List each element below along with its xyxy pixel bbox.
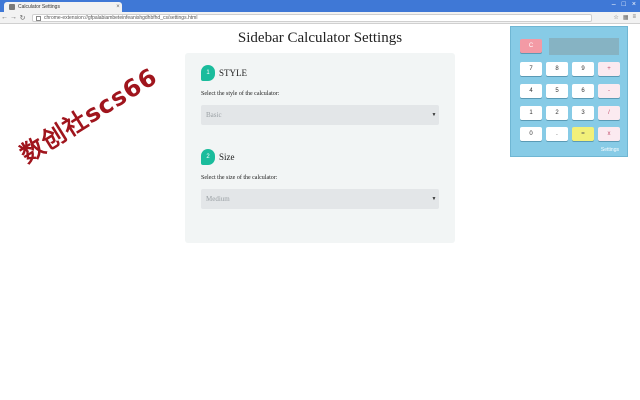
style-field-label: Select the style of the calculator: [201,91,280,97]
step-badge-style: 1 [201,65,215,81]
size-field-label: Select the size of the calculator: [201,175,278,181]
reload-button[interactable]: ↻ [18,14,27,22]
page-title: Sidebar Calculator Settings [237,30,403,46]
address-bar[interactable]: chrome-extension://gfpalabiambeteinfeani… [32,14,592,22]
calculator-settings-link[interactable]: Settings [601,147,619,153]
style-select-value: Basic [206,111,222,119]
key-7[interactable]: 7 [520,62,542,76]
size-select-value: Medium [206,195,230,203]
browser-tab-bar: Calculator Settings × – □ × [0,0,640,12]
size-select[interactable]: Medium ▼ [201,189,439,209]
key-1[interactable]: 1 [520,106,542,120]
step-badge-size: 2 [201,149,215,165]
url-text: chrome-extension://gfpalabiambeteinfeani… [44,15,198,21]
forward-button[interactable]: → [9,14,18,21]
key-multiply[interactable]: x [598,127,620,141]
browser-toolbar: ← → ↻ chrome-extension://gfpalabiambetei… [0,12,640,24]
section-label-style: STYLE [219,68,247,78]
toolbar-actions: ☆ ▦ ≡ [613,14,636,21]
close-window-icon[interactable]: × [632,1,636,8]
extension-calculator-icon[interactable]: ▦ [623,14,629,21]
key-minus[interactable]: - [598,84,620,98]
minimize-icon[interactable]: – [612,1,616,8]
key-equals[interactable]: = [572,127,594,141]
key-5[interactable]: 5 [546,84,568,98]
page-info-icon[interactable] [36,15,41,21]
window-controls: – □ × [612,1,636,8]
back-button[interactable]: ← [0,14,9,21]
bookmark-star-icon[interactable]: ☆ [613,14,618,21]
key-0[interactable]: 0 [520,127,542,141]
calculator-display [549,38,619,55]
key-2[interactable]: 2 [546,106,568,120]
sidebar-calculator: C 7 8 9 + 4 5 6 - 1 2 3 / 0 . = x Settin… [510,26,628,157]
settings-card: 1 STYLE Select the style of the calculat… [185,53,455,243]
page-favicon-icon [9,4,15,10]
key-9[interactable]: 9 [572,62,594,76]
tab-close-icon[interactable]: × [114,4,122,10]
section-label-size: Size [219,152,235,162]
watermark-text: 数创社scs66 [15,62,163,169]
clear-button[interactable]: C [520,39,542,53]
key-4[interactable]: 4 [520,84,542,98]
key-decimal[interactable]: . [546,127,568,141]
key-6[interactable]: 6 [572,84,594,98]
key-divide[interactable]: / [598,106,620,120]
browser-tab[interactable]: Calculator Settings × [4,2,122,12]
chevron-down-icon: ▼ [431,112,437,118]
chevron-down-icon: ▼ [431,196,437,202]
key-8[interactable]: 8 [546,62,568,76]
key-plus[interactable]: + [598,62,620,76]
menu-icon[interactable]: ≡ [632,14,636,21]
style-select[interactable]: Basic ▼ [201,105,439,125]
tab-title: Calculator Settings [18,4,60,10]
maximize-icon[interactable]: □ [622,1,626,8]
key-3[interactable]: 3 [572,106,594,120]
